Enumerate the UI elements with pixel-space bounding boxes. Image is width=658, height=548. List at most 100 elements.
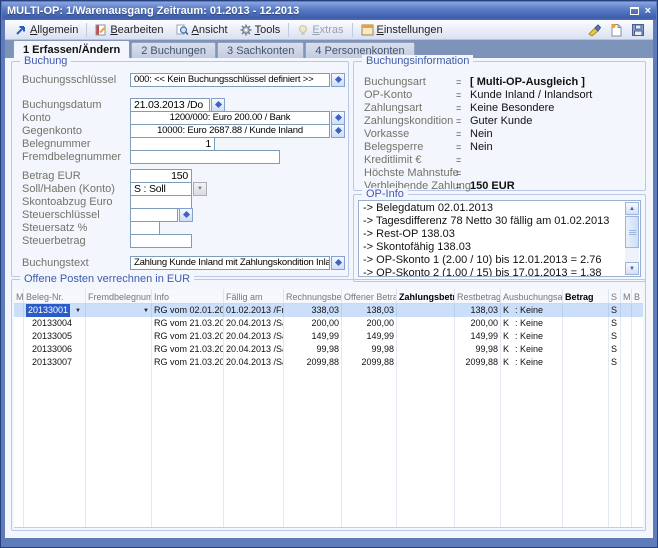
buchungsdatum-picker-button[interactable] (211, 98, 225, 112)
table-row[interactable]: 20133001▼ ▼ RG vom 02.01.2013 01.02.2013… (14, 304, 643, 317)
gegenkonto-dropdown-button[interactable] (331, 124, 345, 138)
scroll-up-icon[interactable]: ▲ (625, 202, 639, 215)
col-restbetrag[interactable]: Restbetrag (455, 289, 501, 303)
dropdown-arrow-icon[interactable]: ▼ (143, 308, 149, 314)
dropdown-arrow-icon[interactable]: ▼ (75, 308, 81, 314)
menu-ansicht[interactable]: Ansicht (170, 22, 234, 38)
diamond-icon (334, 127, 341, 134)
col-betrag[interactable]: Betrag (563, 289, 609, 303)
diamond-icon (214, 101, 221, 108)
tab-sachkonten[interactable]: 3 Sachkonten (217, 42, 304, 58)
table-row[interactable]: 20133007 RG vom 21.03.2013 20.04.2013 /S… (14, 356, 643, 369)
info-row-zahlungskondition: Zahlungskondition = Guter Kunde (364, 114, 645, 127)
konto-dropdown-button[interactable] (331, 111, 345, 125)
info-row-op-konto: OP-Konto = Kunde Inland / Inlandsort (364, 88, 645, 101)
buchungsdatum-field[interactable]: 21.03.2013 /Do (130, 98, 210, 112)
betrag-field[interactable]: 150 (130, 169, 192, 183)
publish-stamp-icon[interactable] (587, 23, 602, 37)
beleg-nr-value[interactable]: 20133001 (26, 304, 70, 317)
buchungstext-label: Buchungstext (22, 257, 130, 269)
menu-allgemein[interactable]: Allgemein (9, 22, 84, 38)
arrow-up-right-icon (15, 24, 27, 36)
restore-window-icon[interactable] (630, 7, 639, 15)
skontoabzug-field[interactable] (130, 195, 192, 209)
buchung-group-title: Buchung (20, 55, 71, 68)
col-s[interactable]: S (609, 289, 621, 303)
op-info-line: -> OP-Skonto 1 (2.00 / 10) bis 12.01.201… (363, 254, 622, 267)
window-title: MULTI-OP: 1/Warenausgang Zeitraum: 01.20… (7, 5, 630, 17)
scrollbar-thumb[interactable] (625, 216, 639, 248)
bulb-icon (297, 24, 309, 36)
scroll-down-icon[interactable]: ▼ (625, 262, 639, 275)
diamond-icon (182, 211, 189, 218)
equals-icon: = (456, 90, 470, 100)
col-beleg-nr[interactable]: Beleg-Nr. (24, 289, 86, 303)
tab-buchungen[interactable]: 2 Buchungen (131, 42, 216, 58)
gegenkonto-select[interactable]: 10000: Euro 2687.88 / Kunde Inland (130, 124, 330, 138)
skontoabzug-label: Skontoabzug Euro (22, 196, 130, 208)
table-row[interactable]: 20133004 RG vom 21.03.2013 20.04.2013 /S… (14, 317, 643, 330)
steuerschluessel-dropdown-button[interactable] (179, 208, 193, 222)
menu-bearbeiten[interactable]: Bearbeiten (89, 22, 169, 38)
fremdbelegnummer-field[interactable] (130, 150, 280, 164)
equals-icon: = (456, 77, 470, 87)
menu-bar: Allgemein Bearbeiten Ansicht Tools Extra… (5, 20, 653, 40)
offene-posten-group: Offene Posten verrechnen in EUR M Beleg-… (11, 279, 646, 531)
col-offener-betrag[interactable]: Offener Betrag (342, 289, 397, 303)
col-m[interactable]: M (14, 289, 24, 303)
buchung-group: Buchung Buchungsschlüssel 000: << Kein B… (11, 61, 349, 277)
menu-separator (352, 23, 353, 37)
steuerbetrag-field[interactable] (130, 234, 192, 248)
offene-posten-group-title: Offene Posten verrechnen in EUR (20, 273, 194, 286)
table-row[interactable]: 20133005 RG vom 21.03.2013 20.04.2013 /S… (14, 330, 643, 343)
menu-separator (86, 23, 87, 37)
col-b[interactable]: B (632, 289, 643, 303)
col-ausbuchungsart[interactable]: Ausbuchungsart (501, 289, 563, 303)
col-info[interactable]: Info (152, 289, 224, 303)
menu-einstellungen[interactable]: Einstellungen (355, 22, 449, 38)
steuersatz-field[interactable] (130, 221, 160, 235)
col-rechnungsbetrag[interactable]: Rechnungsbetrag (284, 289, 342, 303)
edit-notepad-icon (95, 24, 107, 36)
steuersatz-label: Steuersatz % (22, 222, 130, 234)
steuerbetrag-label: Steuerbetrag (22, 235, 130, 247)
op-info-group: OP-Info -> Belegdatum 02.01.2013 -> Tage… (353, 194, 646, 282)
info-row-buchungsart: Buchungsart = [ Multi-OP-Ausgleich ] (364, 75, 645, 88)
steuerschluessel-label: Steuerschlüssel (22, 209, 130, 221)
tab-strip: 1 Erfassen/Ändern 2 Buchungen 3 Sachkont… (5, 40, 653, 58)
op-info-line: -> Belegdatum 02.01.2013 (363, 202, 622, 215)
col-m2[interactable]: M (621, 289, 632, 303)
menu-tools[interactable]: Tools (234, 22, 287, 38)
col-fremdbelegnummer[interactable]: Fremdbelegnummer (86, 289, 152, 303)
buchungsschluessel-label: Buchungsschlüssel (22, 74, 130, 86)
equals-icon: = (456, 181, 470, 191)
buchungstext-dropdown-button[interactable] (331, 256, 345, 270)
buchungstext-select[interactable]: Zahlung Kunde Inland mit Zahlungskonditi… (130, 256, 330, 270)
konto-select[interactable]: 1200/000: Euro 200.00 / Bank (130, 111, 330, 125)
col-faellig-am[interactable]: Fällig am (224, 289, 284, 303)
buchungsschluessel-select[interactable]: 000: << Kein Buchungsschlüssel definiert… (130, 73, 330, 87)
new-document-icon[interactable] (610, 23, 623, 37)
info-row-mahnstufe: Höchste Mahnstufe = (364, 166, 645, 179)
col-zahlungsbetrag[interactable]: Zahlungsbetrag (397, 289, 455, 303)
buchungsschluessel-dropdown-button[interactable] (331, 73, 345, 87)
close-icon[interactable]: × (645, 6, 651, 16)
magnifier-icon (176, 24, 189, 36)
tab-content: Buchung Buchungsschlüssel 000: << Kein B… (5, 58, 653, 538)
equals-icon: = (456, 155, 470, 165)
buchungsdatum-label: Buchungsdatum (22, 99, 130, 111)
info-row-zahlungsart: Zahlungsart = Keine Besondere (364, 101, 645, 114)
title-bar[interactable]: MULTI-OP: 1/Warenausgang Zeitraum: 01.20… (2, 2, 656, 20)
info-row-vorkasse: Vorkasse = Nein (364, 127, 645, 140)
diamond-icon (334, 76, 341, 83)
betrag-label: Betrag EUR (22, 170, 130, 182)
konto-label: Konto (22, 112, 130, 124)
table-row[interactable]: 20133006 RG vom 21.03.2013 20.04.2013 /S… (14, 343, 643, 356)
sollhaben-select[interactable]: S : Soll (130, 182, 192, 196)
fremdbelegnummer-label: Fremdbelegnummer (22, 151, 130, 163)
belegnummer-field[interactable]: 1 (130, 137, 215, 151)
op-info-box: -> Belegdatum 02.01.2013 -> Tagesdiffere… (358, 200, 641, 277)
steuerschluessel-select[interactable] (130, 208, 178, 222)
save-icon[interactable] (631, 23, 645, 37)
op-info-scrollbar[interactable]: ▲ ▼ (625, 202, 639, 275)
